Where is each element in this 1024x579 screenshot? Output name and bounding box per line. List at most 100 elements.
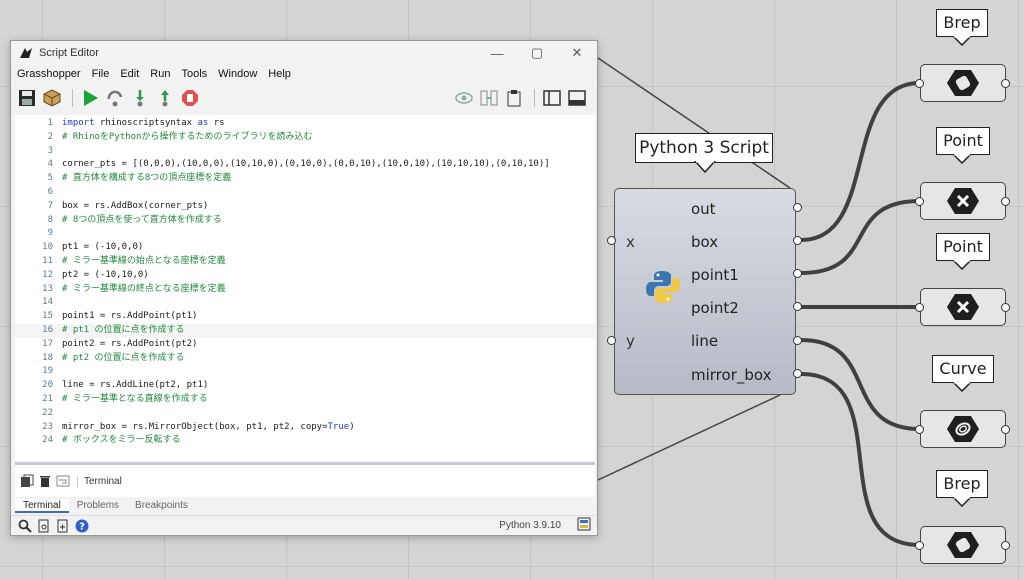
title-bar[interactable]: Script Editor — ▢ ✕ [11, 41, 597, 65]
step-into-icon [136, 90, 144, 107]
compare-button[interactable] [478, 87, 500, 109]
code-line[interactable]: 3 [15, 145, 595, 159]
wrap-button[interactable] [55, 473, 71, 489]
param-output-port[interactable] [1001, 541, 1010, 550]
save-button[interactable] [16, 87, 38, 109]
code-line[interactable]: 13 # ミラー基準線の終点となる座標を定義 [15, 283, 595, 297]
step-out-button[interactable] [154, 87, 176, 109]
terminal-label: Terminal [77, 475, 122, 487]
brep-param-2[interactable] [920, 526, 1006, 564]
menu-help[interactable]: Help [268, 68, 291, 80]
code-editor[interactable]: 1 import rhinoscriptsyntax as rs 2 # Rhinoを… [15, 115, 595, 461]
code-line[interactable]: 6 [15, 186, 595, 200]
code-line[interactable]: 20 line = rs.AddLine(pt2, pt1) [15, 379, 595, 393]
code-line[interactable]: 11 # ミラー基準線の始点となる座標を定義 [15, 255, 595, 269]
toolbar-separator [72, 89, 73, 107]
stop-icon [182, 90, 198, 106]
clear-button[interactable] [37, 473, 53, 489]
code-text: mirror_box = rs.MirrorObject(box, pt1, p… [62, 421, 355, 432]
curve-param[interactable] [920, 410, 1006, 448]
code-line[interactable]: 18 # pt2 の位置に点を作成する [15, 352, 595, 366]
code-line[interactable]: 7 box = rs.AddBox(corner_pts) [15, 200, 595, 214]
param-title-pointer [952, 154, 972, 164]
param-input-port[interactable] [915, 303, 924, 312]
search-button[interactable] [17, 518, 33, 534]
input-port-y[interactable] [607, 336, 616, 345]
step-over-button[interactable] [104, 87, 126, 109]
document-search-button[interactable] [36, 518, 52, 534]
menu-edit[interactable]: Edit [120, 68, 139, 80]
script-editor-window: Script Editor — ▢ ✕ Grasshopper File Edi… [10, 40, 598, 536]
copy-button[interactable] [19, 473, 35, 489]
brep-icon [947, 532, 979, 558]
help-button[interactable]: ? [74, 518, 90, 534]
stop-button[interactable] [179, 87, 201, 109]
param-input-port[interactable] [915, 425, 924, 434]
python-env-button[interactable] [577, 517, 591, 534]
code-line[interactable]: 10 pt1 = (-10,0,0) [15, 241, 595, 255]
output-port-point2[interactable] [793, 302, 802, 311]
code-line[interactable]: 8 # 8つの頂点を使って直方体を作成する [15, 214, 595, 228]
param-input-port[interactable] [915, 79, 924, 88]
component-title-label: Python 3 Script [635, 133, 773, 163]
code-line[interactable]: 1 import rhinoscriptsyntax as rs [15, 117, 595, 131]
line-number: 15 [42, 311, 53, 322]
menu-bar: Grasshopper File Edit Run Tools Window H… [11, 65, 597, 83]
tab-breakpoints[interactable]: Breakpoints [127, 499, 196, 513]
step-into-button[interactable] [129, 87, 151, 109]
param-input-port[interactable] [915, 197, 924, 206]
clipboard-button[interactable] [503, 87, 525, 109]
menu-tools[interactable]: Tools [181, 68, 207, 80]
menu-run[interactable]: Run [150, 68, 170, 80]
preview-button[interactable] [453, 87, 475, 109]
menu-grasshopper[interactable]: Grasshopper [17, 68, 81, 80]
point-param-1[interactable] [920, 182, 1006, 220]
code-line[interactable]: 24 # ボックスをミラー反転する [15, 434, 595, 448]
document-add-button[interactable] [55, 518, 71, 534]
output-label-mirror-box: mirror_box [691, 366, 772, 384]
param-output-port[interactable] [1001, 303, 1010, 312]
code-line[interactable]: 15 point1 = rs.AddPoint(pt1) [15, 310, 595, 324]
code-line[interactable]: 22 [15, 407, 595, 421]
package-button[interactable] [41, 87, 63, 109]
point-param-2[interactable] [920, 288, 1006, 326]
code-line[interactable]: 14 [15, 296, 595, 310]
code-line[interactable]: 21 # ミラー基準となる直線を作成する [15, 393, 595, 407]
code-line[interactable]: 4 corner_pts = [(0,0,0),(10,0,0),(10,10,0… [15, 158, 595, 172]
param-output-port[interactable] [1001, 197, 1010, 206]
code-line[interactable]: 23 mirror_box = rs.MirrorObject(box, pt1,… [15, 421, 595, 435]
output-port-out[interactable] [793, 203, 802, 212]
brep-param-1[interactable] [920, 64, 1006, 102]
python-script-component[interactable]: x y out box point1 point2 line mirror_bo… [614, 188, 796, 395]
param-input-port[interactable] [915, 541, 924, 550]
code-line[interactable]: 17 point2 = rs.AddPoint(pt2) [15, 338, 595, 352]
minimize-button[interactable]: — [477, 41, 517, 65]
output-port-box[interactable] [793, 236, 802, 245]
tab-terminal[interactable]: Terminal [15, 499, 69, 513]
code-text: point1 = rs.AddPoint(pt1) [62, 311, 198, 322]
param-output-port[interactable] [1001, 79, 1010, 88]
code-line[interactable]: 19 [15, 365, 595, 379]
toggle-sidebar-button[interactable] [541, 87, 563, 109]
toggle-panel-button[interactable] [566, 87, 588, 109]
output-port-point1[interactable] [793, 269, 802, 278]
param-title-text: Curve [939, 359, 987, 378]
run-button[interactable] [79, 87, 101, 109]
line-number: 8 [47, 214, 53, 225]
code-line[interactable]: 16 # pt1 の位置に点を作成する [15, 323, 595, 338]
input-port-x[interactable] [607, 236, 616, 245]
maximize-button[interactable]: ▢ [517, 41, 557, 65]
tab-problems[interactable]: Problems [69, 499, 127, 513]
param-title-pointer [952, 382, 972, 392]
code-line[interactable]: 12 pt2 = (-10,10,0) [15, 269, 595, 283]
output-port-line[interactable] [793, 336, 802, 345]
code-line[interactable]: 5 # 直方体を構成する8つの頂点座標を定義 [15, 172, 595, 186]
menu-window[interactable]: Window [218, 68, 257, 80]
close-button[interactable]: ✕ [557, 41, 597, 65]
code-line[interactable]: 2 # RhinoをPythonから操作するためのライブラリを読み込む [15, 131, 595, 145]
param-output-port[interactable] [1001, 425, 1010, 434]
output-port-mirror-box[interactable] [793, 369, 802, 378]
code-line[interactable]: 9 [15, 227, 595, 241]
line-number: 7 [47, 200, 53, 211]
menu-file[interactable]: File [92, 68, 110, 80]
